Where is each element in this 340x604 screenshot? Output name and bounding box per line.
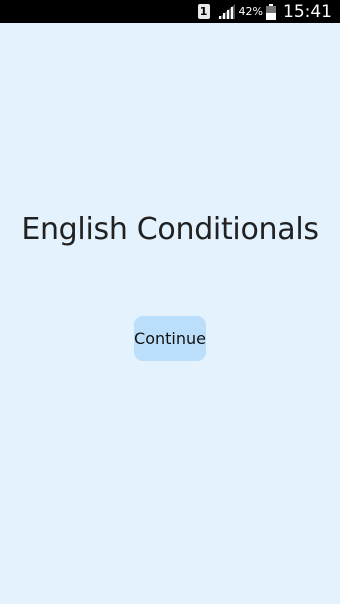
battery-icon: [266, 3, 276, 20]
continue-button[interactable]: Continue: [134, 316, 206, 361]
battery-percentage: 42%: [238, 5, 263, 18]
app-screen: 1 42% 15:41 English Conditionals Continu…: [0, 0, 340, 604]
status-bar: 1 42% 15:41: [0, 0, 340, 23]
status-clock: 15:41: [283, 1, 332, 22]
app-title: English Conditionals: [21, 212, 319, 247]
signal-strength-icon: [217, 4, 235, 19]
sim-card-icon: 1: [197, 4, 210, 19]
